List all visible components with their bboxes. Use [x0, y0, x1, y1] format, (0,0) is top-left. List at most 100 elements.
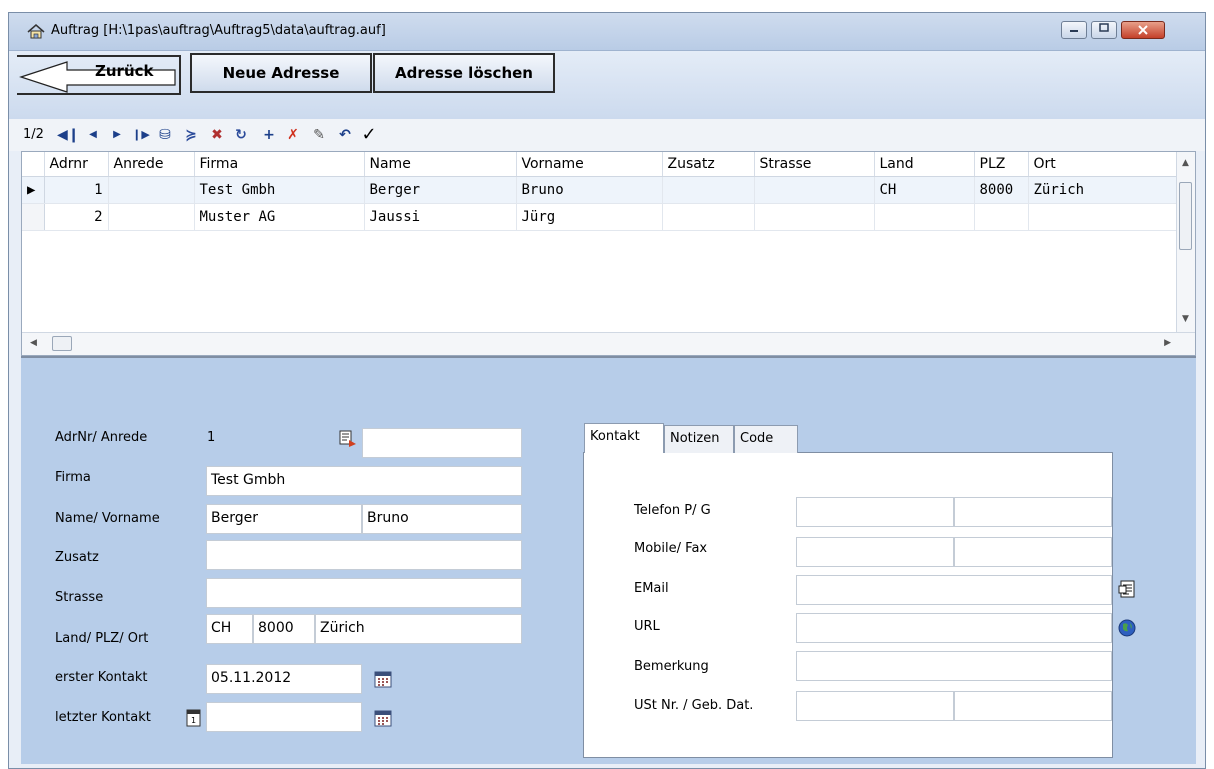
scroll-down-icon[interactable]: ▼: [1182, 314, 1189, 324]
copy-salutation-icon[interactable]: [339, 430, 357, 448]
cell-plz[interactable]: [974, 203, 1029, 231]
ort-input[interactable]: Zürich: [315, 614, 522, 644]
column-header[interactable]: Ort: [1028, 152, 1181, 177]
column-header[interactable]: Adrnr: [44, 152, 109, 177]
column-header[interactable]: Firma: [194, 152, 365, 177]
column-header[interactable]: Vorname: [516, 152, 663, 177]
cell-plz[interactable]: 8000: [974, 176, 1029, 204]
vorname-input[interactable]: Bruno: [362, 504, 522, 534]
fax-input[interactable]: [954, 537, 1112, 567]
anrede-input[interactable]: [362, 428, 522, 458]
next-record-icon[interactable]: ▶: [107, 124, 127, 146]
record-position: 1/2: [23, 127, 44, 142]
cell-adrnr[interactable]: 2: [44, 203, 109, 231]
url-input[interactable]: [796, 613, 1112, 643]
edit-record-icon[interactable]: ✎: [309, 124, 329, 146]
search-binoculars-icon[interactable]: ⛁: [155, 124, 175, 146]
svg-text:1: 1: [191, 716, 196, 725]
address-detail-form: AdrNr/ Anrede 1 Firma Test Gmbh Name/ Vo…: [21, 356, 1196, 764]
cell-vorname[interactable]: Bruno: [516, 176, 663, 204]
contact-tab-panel: Kontakt Notizen Code Telefon P/ G Mobile…: [583, 423, 1136, 758]
geburtsdatum-input[interactable]: [954, 691, 1112, 721]
mobile-input[interactable]: [796, 537, 954, 567]
cell-name[interactable]: Berger: [364, 176, 517, 204]
calendar-icon[interactable]: [374, 670, 392, 688]
delete-record-icon[interactable]: ✗: [283, 124, 303, 146]
cell-vorname[interactable]: Jürg: [516, 203, 663, 231]
ust-nr-input[interactable]: [796, 691, 954, 721]
horizontal-scroll-thumb[interactable]: [52, 336, 72, 351]
cell-anrede[interactable]: [108, 176, 195, 204]
column-header[interactable]: Land: [874, 152, 975, 177]
erster-kontakt-input[interactable]: 05.11.2012: [206, 664, 362, 694]
scroll-up-icon[interactable]: ▲: [1182, 158, 1189, 168]
post-check-icon[interactable]: ✓: [359, 124, 379, 146]
label-url: URL: [634, 619, 660, 634]
label-ust-geb-dat: USt Nr. / Geb. Dat.: [634, 698, 754, 713]
vertical-scrollbar[interactable]: ▲ ▼: [1176, 152, 1195, 334]
cell-adrnr[interactable]: 1: [44, 176, 109, 204]
tab-notizen[interactable]: Notizen: [664, 425, 734, 453]
telefon-geschaeft-input[interactable]: [954, 497, 1112, 527]
maximize-button[interactable]: [1091, 21, 1117, 39]
set-today-icon[interactable]: 1: [185, 709, 203, 727]
prev-record-icon[interactable]: ◀: [83, 124, 103, 146]
cell-name[interactable]: Jaussi: [364, 203, 517, 231]
last-record-icon[interactable]: ❙▶: [131, 124, 151, 146]
bemerkung-input[interactable]: [796, 651, 1112, 681]
scroll-left-icon[interactable]: ◀: [30, 338, 37, 348]
record-navigator: 1/2 ◀❙ ◀ ▶ ❙▶ ⛁ ≽ ✖ ↻ + ✗ ✎ ↶ ✓: [9, 119, 1205, 151]
firma-input[interactable]: Test Gmbh: [206, 466, 522, 496]
minimize-button[interactable]: [1061, 21, 1087, 39]
table-row[interactable]: ▶ 1 Test Gmbh Berger Bruno CH 8000 Züric…: [22, 176, 1181, 204]
telefon-privat-input[interactable]: [796, 497, 954, 527]
first-record-icon[interactable]: ◀❙: [57, 124, 80, 146]
app-window: Auftrag [H:\1pas\auftrag\Auftrag5\data\a…: [8, 12, 1206, 769]
adrnr-value: 1: [207, 430, 216, 445]
strasse-input[interactable]: [206, 578, 522, 608]
calendar-icon[interactable]: [374, 709, 392, 727]
tab-kontakt[interactable]: Kontakt: [584, 423, 664, 453]
cell-zusatz[interactable]: [662, 203, 755, 231]
label-name-vorname: Name/ Vorname: [55, 511, 160, 526]
cell-anrede[interactable]: [108, 203, 195, 231]
column-header[interactable]: PLZ: [974, 152, 1029, 177]
cell-strasse[interactable]: [754, 203, 875, 231]
globe-icon[interactable]: [1118, 619, 1136, 637]
land-input[interactable]: CH: [206, 614, 253, 644]
name-input[interactable]: Berger: [206, 504, 362, 534]
plz-input[interactable]: 8000: [253, 614, 315, 644]
cell-ort[interactable]: Zürich: [1028, 176, 1181, 204]
column-header[interactable]: Strasse: [754, 152, 875, 177]
vertical-scroll-thumb[interactable]: [1179, 182, 1192, 250]
cell-strasse[interactable]: [754, 176, 875, 204]
cell-firma[interactable]: Muster AG: [194, 203, 365, 231]
label-email: EMail: [634, 581, 669, 596]
email-input[interactable]: [796, 575, 1112, 605]
zusatz-input[interactable]: [206, 540, 522, 570]
horizontal-scrollbar[interactable]: ◀ ▶: [22, 332, 1195, 355]
cell-land[interactable]: [874, 203, 975, 231]
cell-ort[interactable]: [1028, 203, 1181, 231]
column-header[interactable]: Zusatz: [662, 152, 755, 177]
app-icon: [27, 24, 45, 39]
close-button[interactable]: [1121, 21, 1165, 39]
column-header[interactable]: Name: [364, 152, 517, 177]
cell-zusatz[interactable]: [662, 176, 755, 204]
cell-land[interactable]: CH: [874, 176, 975, 204]
undo-icon[interactable]: ↶: [335, 124, 355, 146]
scroll-right-icon[interactable]: ▶: [1164, 338, 1171, 348]
add-record-icon[interactable]: +: [259, 124, 279, 146]
cell-firma[interactable]: Test Gmbh: [194, 176, 365, 204]
filter-icon[interactable]: ≽: [181, 124, 201, 146]
column-header[interactable]: Anrede: [108, 152, 195, 177]
send-email-icon[interactable]: [1118, 580, 1136, 598]
remove-filter-icon[interactable]: ✖: [207, 124, 227, 146]
table-row[interactable]: 2 Muster AG Jaussi Jürg: [22, 203, 1181, 231]
delete-address-button[interactable]: Adresse löschen: [373, 53, 555, 93]
tab-code[interactable]: Code: [734, 425, 798, 453]
refresh-icon[interactable]: ↻: [231, 124, 251, 146]
new-address-button[interactable]: Neue Adresse: [190, 53, 372, 93]
back-button[interactable]: Zurück: [13, 53, 181, 95]
letzter-kontakt-input[interactable]: [206, 702, 362, 732]
